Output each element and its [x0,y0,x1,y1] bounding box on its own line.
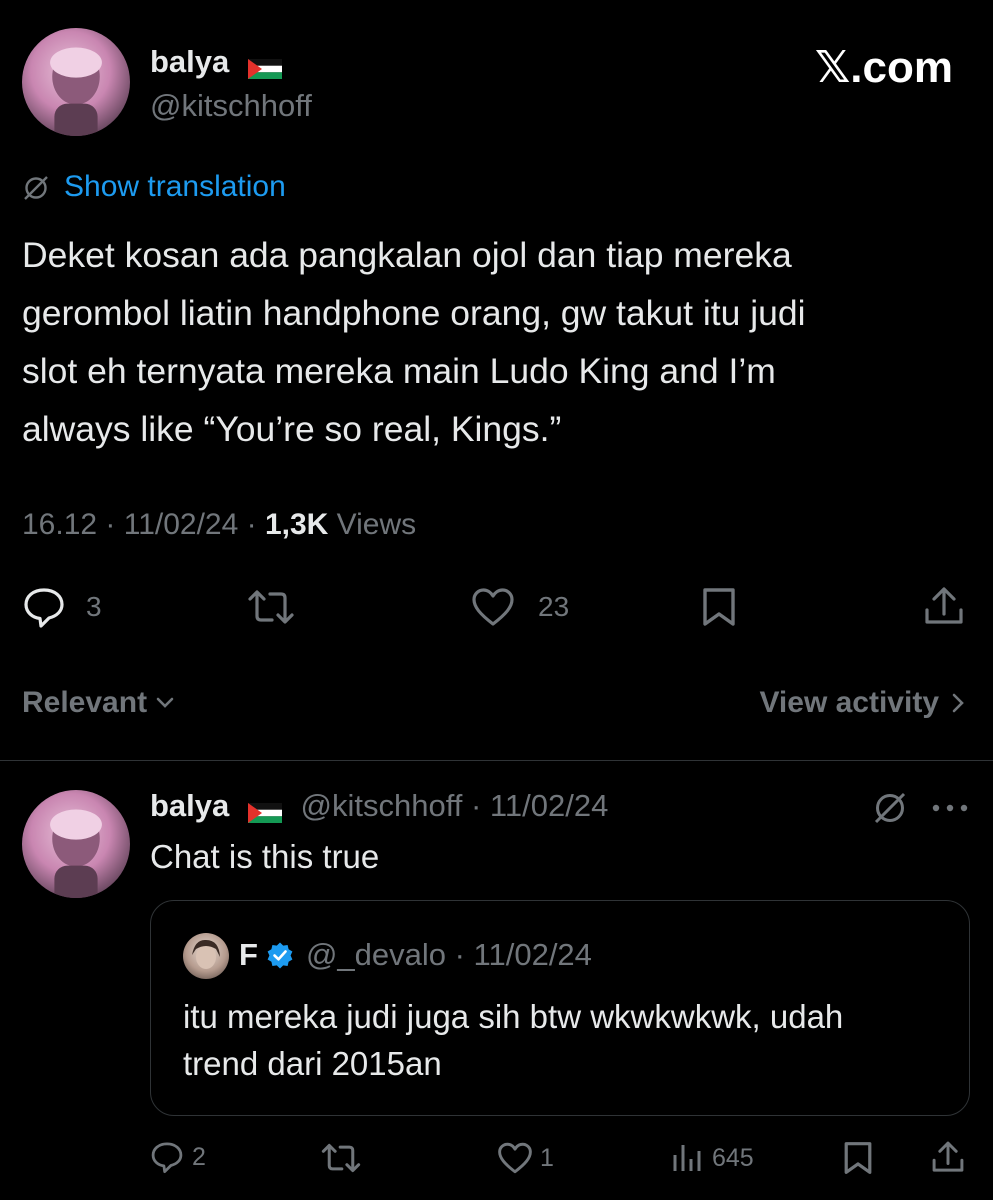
bookmark-button[interactable] [700,586,738,628]
tweet-text: Deket kosan ada pangkalan ojol dan tiap … [22,226,972,458]
author-handle[interactable]: @kitschhoff [150,88,312,124]
reply-views-count: 645 [712,1143,754,1172]
retweet-icon [320,1142,362,1174]
bookmark-icon [842,1140,874,1176]
verified-badge-icon [266,941,294,969]
chevron-right-icon [951,692,965,714]
sort-label: Relevant [22,686,148,719]
reply-views-button[interactable]: 645 [670,1141,754,1175]
reply-share-button[interactable] [930,1138,966,1176]
tweet-timestamp[interactable]: 16.12 · 11/02/24 · [22,508,265,541]
reply-header: balya @kitschhoff · 11/02/24 [150,788,608,824]
retweet-icon [246,588,296,626]
tweet-meta: 16.12 · 11/02/24 · 1,3K Views [22,508,416,542]
palestine-flag-icon [247,795,282,823]
share-icon [930,1138,966,1176]
reply-icon [150,1140,184,1174]
views-count: 1,3K [264,508,329,541]
reply-bookmark-button[interactable] [842,1140,874,1176]
reply-like-button[interactable]: 1 [496,1141,554,1175]
view-activity-link[interactable]: View activity [759,686,965,720]
section-divider [0,760,993,761]
reply-button[interactable]: 3 [22,586,102,628]
heart-icon [470,586,516,628]
x-com-logo: 𝕏.com [814,43,953,92]
quoted-text-line: trend dari 2015an [183,1045,442,1082]
tweet-text-line: always like “You’re so real, Kings.” [22,409,562,449]
like-button[interactable]: 23 [470,586,569,628]
reply-icon [22,586,66,628]
avatar-image [50,809,102,898]
globe-slash-icon[interactable] [872,790,908,826]
show-translation-link[interactable]: Show translation [64,170,286,204]
reply-count: 3 [86,591,102,622]
more-options-icon[interactable] [932,804,968,812]
tweet-text-line: slot eh ternyata mereka main Ludo King a… [22,351,776,391]
share-button[interactable] [922,584,966,628]
reply-retweet-button[interactable] [320,1142,362,1174]
quoted-author-avatar [183,933,229,979]
analytics-icon [670,1141,704,1175]
palestine-flag-icon [247,51,282,79]
globe-slash-icon [22,174,50,202]
like-count: 23 [538,591,570,622]
quoted-text: itu mereka judi juga sih btw wkwkwkwk, u… [183,993,953,1087]
reply-author-name[interactable]: balya [150,788,229,823]
quoted-author-name: F [239,937,258,972]
quoted-tweet-card[interactable]: F @_devalo · 11/02/24 itu mereka judi ju… [150,900,970,1116]
retweet-button[interactable] [246,588,296,626]
avatar-image [192,939,220,969]
heart-icon [496,1141,534,1175]
reply-reply-button[interactable]: 2 [150,1140,206,1174]
author-name[interactable]: balya [150,44,229,79]
views-label: Views [328,508,417,541]
author-name-row: balya [150,44,282,80]
quoted-text-line: itu mereka judi juga sih btw wkwkwkwk, u… [183,998,844,1035]
reply-reply-count: 2 [192,1142,206,1171]
reply-like-count: 1 [540,1143,554,1172]
tweet-text-line: Deket kosan ada pangkalan ojol dan tiap … [22,235,792,275]
chevron-down-icon [155,696,175,710]
sort-dropdown[interactable]: Relevant [22,686,175,720]
reply-text: Chat is this true [150,838,380,875]
avatar-image [50,47,102,136]
tweet-text-line: gerombol liatin handphone orang, gw taku… [22,293,806,333]
quoted-header: F @_devalo · 11/02/24 [239,937,592,973]
reply-handle-date[interactable]: @kitschhoff · 11/02/24 [301,788,609,823]
reply-author-avatar[interactable] [22,790,130,898]
quoted-handle-date: @_devalo · 11/02/24 [305,937,592,972]
view-activity-label: View activity [759,686,939,719]
bookmark-icon [700,586,738,628]
author-avatar[interactable] [22,28,130,136]
share-icon [922,584,966,628]
